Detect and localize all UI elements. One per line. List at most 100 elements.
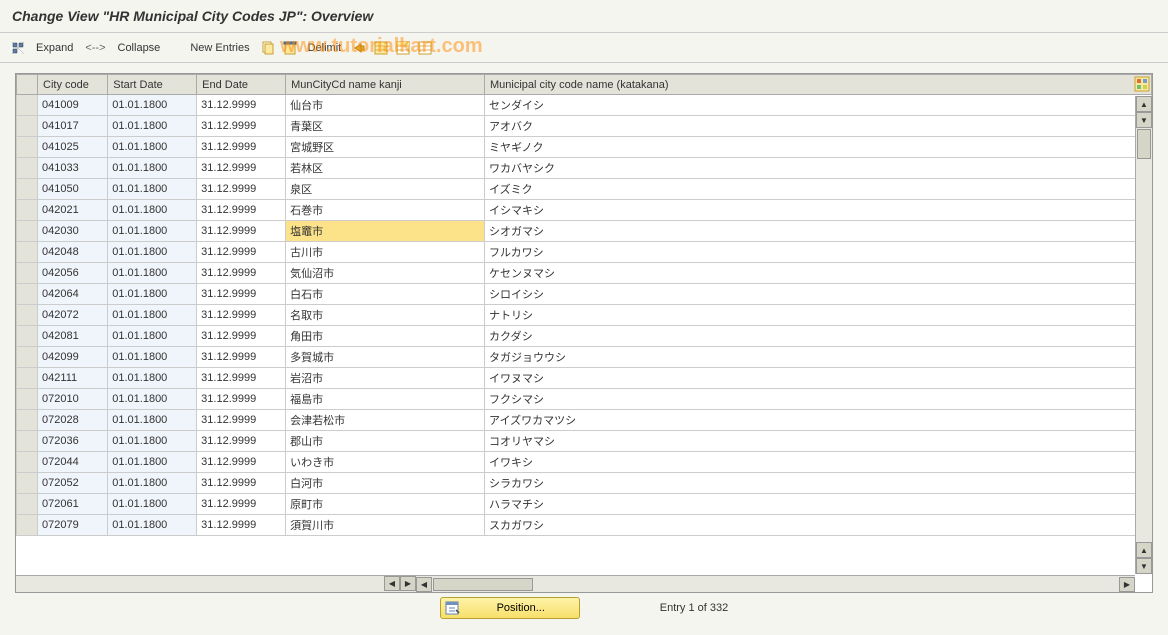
cell-enddate[interactable]: 31.12.9999	[197, 494, 286, 515]
row-selector[interactable]	[17, 263, 38, 284]
cell-startdate[interactable]: 01.01.1800	[108, 389, 197, 410]
cell-citycode[interactable]: 041033	[38, 158, 108, 179]
row-selector[interactable]	[17, 326, 38, 347]
cell-enddate[interactable]: 31.12.9999	[197, 179, 286, 200]
cell-katakana[interactable]: イワキシ	[485, 452, 1152, 473]
cell-katakana[interactable]: タガジョウウシ	[485, 347, 1152, 368]
table-row[interactable]: 04207201.01.180031.12.9999名取市ナトリシ	[17, 305, 1152, 326]
cell-citycode[interactable]: 041017	[38, 116, 108, 137]
column-header-kanji[interactable]: MunCityCd name kanji	[286, 75, 485, 95]
column-header-citycode[interactable]: City code	[38, 75, 108, 95]
cell-enddate[interactable]: 31.12.9999	[197, 452, 286, 473]
cell-citycode[interactable]: 042030	[38, 221, 108, 242]
table-row[interactable]: 07201001.01.180031.12.9999福島市フクシマシ	[17, 389, 1152, 410]
row-selector[interactable]	[17, 242, 38, 263]
table-row[interactable]: 04101701.01.180031.12.9999青葉区アオバク	[17, 116, 1152, 137]
cell-kanji[interactable]: 角田市	[286, 326, 485, 347]
table-row[interactable]: 04102501.01.180031.12.9999宮城野区ミヤギノク	[17, 137, 1152, 158]
cell-katakana[interactable]: ワカバヤシク	[485, 158, 1152, 179]
row-selector[interactable]	[17, 389, 38, 410]
cell-katakana[interactable]: カクダシ	[485, 326, 1152, 347]
cell-kanji[interactable]: 宮城野区	[286, 137, 485, 158]
vscroll-thumb[interactable]	[1137, 129, 1151, 159]
table-row[interactable]: 04105001.01.180031.12.9999泉区イズミク	[17, 179, 1152, 200]
row-selector[interactable]	[17, 221, 38, 242]
copy-icon[interactable]	[260, 40, 276, 56]
cell-kanji[interactable]: 若林区	[286, 158, 485, 179]
cell-kanji[interactable]: いわき市	[286, 452, 485, 473]
deselect-all-icon[interactable]	[417, 40, 433, 56]
row-selector[interactable]	[17, 452, 38, 473]
cell-startdate[interactable]: 01.01.1800	[108, 284, 197, 305]
row-selector[interactable]	[17, 347, 38, 368]
cell-startdate[interactable]: 01.01.1800	[108, 179, 197, 200]
cell-enddate[interactable]: 31.12.9999	[197, 389, 286, 410]
cell-katakana[interactable]: センダイシ	[485, 95, 1152, 116]
cell-kanji[interactable]: 福島市	[286, 389, 485, 410]
expand-button[interactable]: Expand	[32, 42, 77, 54]
cell-enddate[interactable]: 31.12.9999	[197, 137, 286, 158]
cell-enddate[interactable]: 31.12.9999	[197, 515, 286, 536]
cell-enddate[interactable]: 31.12.9999	[197, 326, 286, 347]
row-selector[interactable]	[17, 368, 38, 389]
cell-kanji[interactable]: 白河市	[286, 473, 485, 494]
cell-startdate[interactable]: 01.01.1800	[108, 494, 197, 515]
row-selector[interactable]	[17, 179, 38, 200]
row-selector[interactable]	[17, 410, 38, 431]
cell-kanji[interactable]: 原町市	[286, 494, 485, 515]
cell-citycode[interactable]: 042081	[38, 326, 108, 347]
column-header-startdate[interactable]: Start Date	[108, 75, 197, 95]
row-selector-header[interactable]	[17, 75, 38, 95]
cell-startdate[interactable]: 01.01.1800	[108, 515, 197, 536]
new-entries-button[interactable]: New Entries	[186, 42, 253, 54]
delete-icon[interactable]	[282, 40, 298, 56]
toggle-icon[interactable]	[10, 40, 26, 56]
cell-katakana[interactable]: シラカワシ	[485, 473, 1152, 494]
row-selector[interactable]	[17, 305, 38, 326]
row-selector[interactable]	[17, 515, 38, 536]
cell-kanji[interactable]: 塩竈市	[286, 221, 485, 242]
cell-kanji[interactable]: 青葉区	[286, 116, 485, 137]
cell-katakana[interactable]: ナトリシ	[485, 305, 1152, 326]
row-selector[interactable]	[17, 200, 38, 221]
cell-kanji[interactable]: 須賀川市	[286, 515, 485, 536]
cell-citycode[interactable]: 072079	[38, 515, 108, 536]
cell-kanji[interactable]: 多賀城市	[286, 347, 485, 368]
table-row[interactable]: 04206401.01.180031.12.9999白石市シロイシシ	[17, 284, 1152, 305]
cell-katakana[interactable]: イシマキシ	[485, 200, 1152, 221]
table-row[interactable]: 04209901.01.180031.12.9999多賀城市タガジョウウシ	[17, 347, 1152, 368]
column-header-katakana[interactable]: Municipal city code name (katakana)	[485, 75, 1152, 95]
cell-katakana[interactable]: アイズワカマツシ	[485, 410, 1152, 431]
cell-citycode[interactable]: 072036	[38, 431, 108, 452]
cell-startdate[interactable]: 01.01.1800	[108, 200, 197, 221]
cell-startdate[interactable]: 01.01.1800	[108, 473, 197, 494]
cell-citycode[interactable]: 072028	[38, 410, 108, 431]
cell-enddate[interactable]: 31.12.9999	[197, 347, 286, 368]
cell-citycode[interactable]: 042099	[38, 347, 108, 368]
undo-icon[interactable]	[351, 40, 367, 56]
table-row[interactable]: 07206101.01.180031.12.9999原町市ハラマチシ	[17, 494, 1152, 515]
cell-enddate[interactable]: 31.12.9999	[197, 200, 286, 221]
cell-katakana[interactable]: コオリヤマシ	[485, 431, 1152, 452]
table-row[interactable]: 07205201.01.180031.12.9999白河市シラカワシ	[17, 473, 1152, 494]
column-header-enddate[interactable]: End Date	[197, 75, 286, 95]
cell-startdate[interactable]: 01.01.1800	[108, 116, 197, 137]
cell-startdate[interactable]: 01.01.1800	[108, 95, 197, 116]
cell-katakana[interactable]: フルカワシ	[485, 242, 1152, 263]
cell-startdate[interactable]: 01.01.1800	[108, 263, 197, 284]
cell-enddate[interactable]: 31.12.9999	[197, 95, 286, 116]
cell-citycode[interactable]: 041050	[38, 179, 108, 200]
cell-startdate[interactable]: 01.01.1800	[108, 137, 197, 158]
scroll-up-button[interactable]: ▲	[1136, 96, 1152, 112]
table-row[interactable]: 04100901.01.180031.12.9999仙台市センダイシ	[17, 95, 1152, 116]
cell-citycode[interactable]: 042056	[38, 263, 108, 284]
scroll-down-button[interactable]: ▼	[1136, 558, 1152, 574]
cell-startdate[interactable]: 01.01.1800	[108, 221, 197, 242]
table-row[interactable]: 07202801.01.180031.12.9999会津若松市アイズワカマツシ	[17, 410, 1152, 431]
cell-kanji[interactable]: 仙台市	[286, 95, 485, 116]
table-row[interactable]: 04202101.01.180031.12.9999石巻市イシマキシ	[17, 200, 1152, 221]
cell-citycode[interactable]: 042111	[38, 368, 108, 389]
table-row[interactable]: 07207901.01.180031.12.9999須賀川市スカガワシ	[17, 515, 1152, 536]
cell-citycode[interactable]: 041009	[38, 95, 108, 116]
cell-katakana[interactable]: フクシマシ	[485, 389, 1152, 410]
